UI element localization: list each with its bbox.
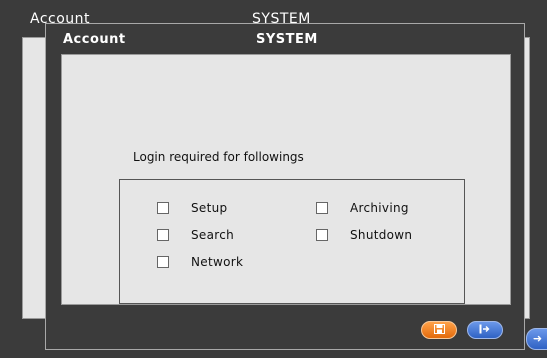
option-label: Network — [191, 255, 244, 269]
archiving-checkbox[interactable] — [316, 202, 328, 214]
option-archiving[interactable]: Archiving — [316, 201, 409, 215]
dialog-content-panel: Login required for followings Setup Arch… — [61, 54, 511, 305]
options-group: Setup Archiving Search Shutdown Network — [119, 179, 465, 304]
option-setup[interactable]: Setup — [157, 201, 227, 215]
save-icon — [433, 323, 445, 337]
arrow-right-icon: ➜ — [532, 332, 543, 345]
account-dialog: Account SYSTEM Login required for follow… — [45, 23, 525, 350]
network-checkbox[interactable] — [157, 256, 169, 268]
search-checkbox[interactable] — [157, 229, 169, 241]
shutdown-checkbox[interactable] — [316, 229, 328, 241]
setup-checkbox[interactable] — [157, 202, 169, 214]
option-label: Search — [191, 228, 235, 242]
option-search[interactable]: Search — [157, 228, 234, 242]
dialog-title: Account — [63, 32, 126, 47]
option-shutdown[interactable]: Shutdown — [316, 228, 412, 242]
option-network[interactable]: Network — [157, 255, 243, 269]
exit-icon — [479, 324, 491, 337]
save-button[interactable] — [421, 321, 457, 339]
option-label: Shutdown — [350, 228, 413, 242]
option-label: Archiving — [350, 201, 409, 215]
dialog-section: SYSTEM — [256, 32, 318, 47]
exit-button[interactable] — [467, 321, 503, 339]
background-next-button[interactable]: ➜ — [526, 328, 547, 350]
login-required-label: Login required for followings — [133, 150, 304, 164]
option-label: Setup — [191, 201, 228, 215]
